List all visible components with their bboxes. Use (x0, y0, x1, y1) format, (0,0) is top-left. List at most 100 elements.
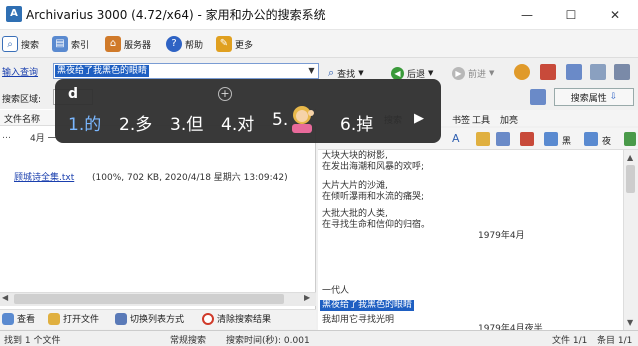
magnifier-icon: ⌕ (2, 36, 18, 52)
house-icon: ⌂ (105, 36, 121, 52)
search-properties-button[interactable]: 搜索属性 ⇩ (554, 88, 634, 106)
ime-next-page-icon[interactable]: ▶ (414, 111, 424, 126)
index-label: 索引 (71, 40, 90, 51)
poem-date: 1979年4月 (478, 231, 525, 241)
open-folder-icon[interactable] (476, 132, 490, 146)
night-icon[interactable] (584, 132, 598, 146)
query-dropdown-icon[interactable]: ▼ (305, 64, 318, 78)
scroll-left-icon[interactable]: ◀ (2, 293, 8, 302)
back-arrow-icon: ◀ (391, 66, 404, 80)
query-text: 黑夜给了我黑色的眼睛 (55, 65, 150, 77)
expand-icon[interactable]: … (2, 131, 11, 141)
tab-tools[interactable]: 工具 (472, 113, 490, 126)
tab-bookmark[interactable]: 书签 (452, 113, 470, 126)
poem-line: 在寻找生命和信仰的归宿。 (322, 220, 431, 230)
book-icon[interactable] (590, 64, 606, 80)
status-bar (0, 330, 638, 346)
tab-highlight[interactable]: 加亮 (500, 113, 518, 126)
person-emoji-icon[interactable] (289, 105, 315, 133)
back-label: 后退 (407, 69, 426, 80)
index-button[interactable]: ▤ 索引 (52, 33, 89, 55)
poem-line: 在倾听瀑雨和水流的痛哭; (322, 192, 425, 202)
status-entry: 条目 1/1 (597, 336, 633, 346)
back-dropdown-icon: ▼ (428, 69, 434, 77)
scroll-down-icon[interactable]: ▼ (627, 318, 633, 327)
arrow-down-icon: ⇩ (609, 92, 618, 102)
clear-results-button[interactable]: 清除搜索结果 (202, 312, 271, 325)
main-toolbar (0, 30, 638, 58)
stack-icon[interactable] (614, 64, 630, 80)
scroll-right-icon[interactable]: ▶ (304, 293, 310, 302)
view-icon (2, 312, 14, 325)
poem-line: 在发出海潮和风暴的欢呼; (322, 162, 425, 172)
result-snippet: 4月 一 (30, 134, 57, 144)
wrap-icon[interactable] (624, 132, 636, 146)
folder-icon (48, 312, 60, 325)
ime-candidate-1[interactable]: 1.的 (68, 110, 101, 135)
server-label: 服务器 (124, 40, 152, 51)
poem-line: 大批大批的人类, (322, 209, 388, 219)
scroll-up-icon[interactable]: ▲ (627, 153, 633, 162)
index-icon: ▤ (52, 36, 68, 52)
forward-label: 前进 (468, 69, 487, 80)
help-icon: ? (166, 36, 182, 52)
tools-x-icon[interactable] (540, 64, 556, 80)
poem-title: 一代人 (322, 286, 350, 296)
more-label: 更多 (235, 40, 254, 51)
help-label: 帮助 (185, 40, 204, 51)
find-label: 查找 (337, 69, 356, 80)
column-file-name[interactable]: 文件名称 (4, 112, 40, 125)
find-dropdown-icon: ▼ (358, 69, 364, 77)
copy-icon[interactable] (496, 132, 510, 146)
ime-candidate-2[interactable]: 2.多 (119, 110, 152, 135)
close-button[interactable]: ✕ (593, 0, 637, 30)
minimize-button[interactable]: — (505, 0, 549, 30)
maximize-button[interactable]: ☐ (549, 0, 593, 30)
forward-arrow-icon: ▶ (452, 66, 465, 80)
search-tool-button[interactable]: ⌕ 搜索 (2, 33, 39, 55)
black-label[interactable]: 黑 (562, 134, 571, 147)
find-icon: ⌕ (328, 66, 335, 79)
forward-button[interactable]: ▶ 前进 ▼ (452, 62, 494, 84)
list-icon (115, 312, 127, 325)
highlighted-match: 黑夜给了我黑色的眼睛 (320, 300, 415, 311)
ime-candidate-6[interactable]: 6.掉 (340, 110, 373, 135)
switch-list-label: 切换列表方式 (130, 315, 185, 325)
tools-icon: ✎ (216, 36, 232, 52)
status-time: 搜索时间(秒): 0.001 (226, 336, 310, 346)
search-tool-label: 搜索 (21, 40, 40, 51)
scrollbar-thumb[interactable] (14, 294, 284, 304)
poem-line: 大块大块的树影, (322, 151, 388, 161)
black-icon[interactable] (544, 132, 558, 146)
ime-candidate-5[interactable]: 5. (272, 110, 288, 130)
more-button[interactable]: ✎ 更多 (216, 33, 253, 55)
switch-list-button[interactable]: 切换列表方式 (115, 312, 184, 325)
status-mode: 常规搜索 (170, 336, 207, 346)
font-icon[interactable]: A (452, 132, 466, 146)
area-label: 搜索区域: (2, 95, 42, 105)
view-button[interactable]: 查看 (2, 312, 35, 325)
night-label[interactable]: 夜 (602, 134, 611, 147)
result-file-link[interactable]: 顾城诗全集.txt (14, 170, 74, 183)
view-label: 查看 (17, 315, 36, 325)
vertical-scrollbar-thumb[interactable] (626, 165, 635, 193)
help-button[interactable]: ? 帮助 (166, 33, 203, 55)
no-icon (202, 312, 214, 325)
ime-candidate-3[interactable]: 3.但 (170, 110, 203, 135)
open-file-button[interactable]: 打开文件 (48, 312, 99, 325)
ime-composition: d (68, 86, 79, 102)
search-properties-label: 搜索属性 (570, 93, 607, 104)
window-title: Archivarius 3000 (4.72/x64) - 家用和办公的搜索系统 (26, 8, 326, 22)
poem-line: 我却用它寻找光明 (322, 315, 395, 325)
document-icon[interactable] (566, 64, 582, 80)
clear-results-label: 清除搜索结果 (217, 315, 272, 325)
ime-candidate-4[interactable]: 4.对 (221, 110, 254, 135)
paw-icon[interactable] (514, 64, 530, 80)
area-edit-icon[interactable] (530, 89, 546, 105)
forward-dropdown-icon: ▼ (489, 69, 495, 77)
server-button[interactable]: ⌂ 服务器 (105, 33, 151, 55)
status-file: 文件 1/1 (552, 336, 588, 346)
ime-add-icon[interactable]: + (218, 87, 232, 101)
query-label[interactable]: 输入查询 (2, 65, 38, 78)
export-icon[interactable] (520, 132, 534, 146)
